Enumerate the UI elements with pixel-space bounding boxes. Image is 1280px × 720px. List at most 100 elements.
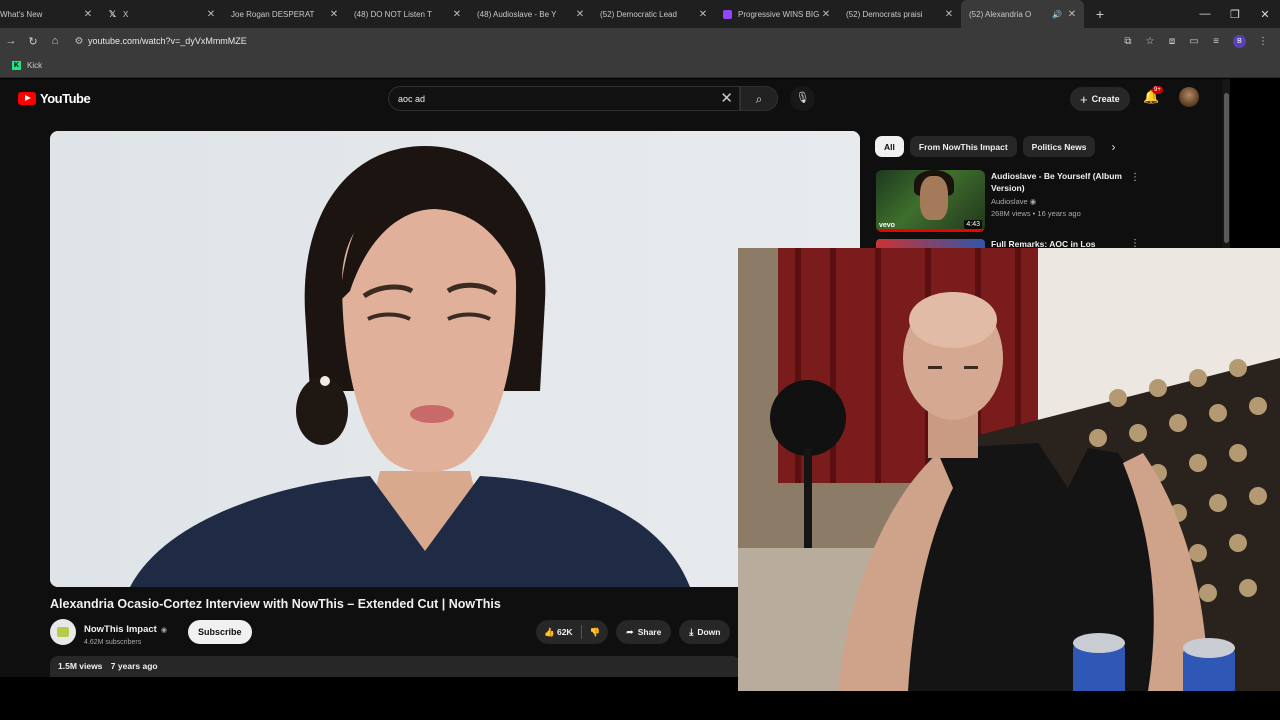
browser-tab[interactable]: Joe Rogan DESPERAT ✕: [223, 0, 346, 28]
like-count: 62K: [556, 626, 573, 637]
minimize-icon[interactable]: —: [1190, 8, 1220, 20]
browser-tab[interactable]: 𝕏 X ✕: [100, 0, 223, 28]
bookmarks-bar: K Kick: [0, 54, 1280, 78]
tab-title: (48) DO NOT Listen T: [354, 9, 432, 19]
like-button[interactable]: 👍 62K: [544, 627, 573, 638]
chip-politics-news[interactable]: Politics News: [1022, 136, 1096, 157]
watch-progress-bar: [876, 229, 985, 232]
x-logo-icon: 𝕏: [108, 8, 117, 19]
media-control-icon[interactable]: ≡: [1205, 36, 1227, 47]
recommended-video[interactable]: vevo 4:43 Audioslave - Be Yourself (Albu…: [876, 170, 1146, 234]
share-button[interactable]: ➦ Share: [616, 620, 672, 644]
browser-tab[interactable]: (48) DO NOT Listen T ✕: [346, 0, 469, 28]
browser-tab-active[interactable]: (52) Alexandria O 🔊 ✕: [961, 0, 1084, 28]
tab-title: What's New: [0, 9, 43, 19]
video-thumbnail[interactable]: vevo 4:43: [876, 170, 985, 232]
account-avatar[interactable]: [1179, 87, 1199, 107]
url-field[interactable]: ⚙ youtube.com/watch?v=_dyVxMmmMZE: [70, 30, 1117, 52]
split-view-icon[interactable]: ▭: [1183, 36, 1205, 47]
close-icon[interactable]: ✕: [697, 9, 709, 20]
chip-all[interactable]: All: [875, 136, 904, 157]
close-icon[interactable]: ✕: [205, 9, 217, 20]
channel-avatar[interactable]: [50, 619, 76, 645]
tab-title: Joe Rogan DESPERAT: [231, 9, 315, 19]
close-window-icon[interactable]: ✕: [1250, 8, 1280, 21]
kick-logo-icon: K: [12, 61, 21, 70]
search-button[interactable]: ⌕: [740, 86, 778, 111]
youtube-logo[interactable]: YouTube: [18, 91, 91, 106]
description-box[interactable]: 1.5M views 7 years ago: [50, 656, 740, 677]
related-filter-chips: All From NowThis Impact Politics News ›: [875, 136, 1125, 157]
speaker-icon[interactable]: 🔊: [1052, 10, 1062, 19]
site-info-icon[interactable]: ⚙: [70, 36, 88, 47]
thumbs-down-icon: 👎: [589, 626, 601, 637]
video-actions: 👍 62K 👎 ➦ Share ⤓ Down: [536, 620, 738, 644]
bookmark-star-icon[interactable]: ☆: [1139, 36, 1161, 47]
search-query: aoc ad: [398, 93, 426, 104]
chip-from-channel[interactable]: From NowThis Impact: [909, 136, 1017, 157]
create-label: Create: [1091, 94, 1120, 104]
open-in-app-icon[interactable]: ⧉: [1117, 36, 1139, 47]
browser-tab[interactable]: What's New ✕: [0, 0, 100, 28]
home-icon[interactable]: ⌂: [44, 35, 66, 47]
thumbnail-art: [920, 176, 948, 220]
browser-tab-strip: What's New ✕ 𝕏 X ✕ Joe Rogan DESPERAT ✕ …: [0, 0, 1280, 28]
channel-name[interactable]: NowThis Impact: [84, 624, 157, 635]
tab-title: (52) Democratic Lead: [600, 9, 677, 19]
voice-search-button[interactable]: 🎙: [790, 86, 815, 111]
close-icon[interactable]: ✕: [943, 9, 955, 20]
dislike-button[interactable]: 👎: [590, 627, 601, 638]
clear-search-icon[interactable]: ✕: [720, 89, 733, 107]
close-icon[interactable]: ✕: [574, 9, 586, 20]
back-icon[interactable]: →: [0, 35, 22, 47]
share-label: Share: [637, 627, 662, 637]
video-title[interactable]: Audioslave - Be Yourself (Album Version): [991, 170, 1136, 194]
verified-icon: ◉: [160, 626, 167, 634]
address-toolbar: → ↻ ⌂ ⚙ youtube.com/watch?v=_dyVxMmmMZE …: [0, 28, 1280, 54]
browser-tab[interactable]: (48) Audioslave - Be Y ✕: [469, 0, 592, 28]
video-title-heading: Alexandria Ocasio-Cortez Interview with …: [50, 597, 501, 611]
verified-icon: ◉: [1029, 197, 1037, 206]
extensions-icon[interactable]: ⧈: [1161, 36, 1183, 47]
window-controls: — ❐ ✕: [1190, 0, 1280, 28]
scrollbar-thumb[interactable]: [1224, 93, 1229, 243]
tab-title: (52) Democrats praisi: [846, 9, 923, 19]
notifications-button[interactable]: 🔔 9+: [1143, 86, 1163, 105]
browser-tab[interactable]: Progressive WINS BIG ✕: [715, 0, 838, 28]
search-input[interactable]: aoc ad ✕: [388, 86, 740, 111]
thumbs-up-icon: 👍: [544, 626, 555, 637]
browser-tab[interactable]: (52) Democratic Lead ✕: [592, 0, 715, 28]
new-tab-button[interactable]: +: [1090, 6, 1110, 22]
channel-name-text[interactable]: Audioslave: [991, 197, 1028, 206]
maximize-icon[interactable]: ❐: [1220, 8, 1250, 21]
close-icon[interactable]: ✕: [82, 9, 94, 20]
download-button[interactable]: ⤓ Down: [679, 620, 731, 644]
webcam-scene-illustration: [738, 248, 1280, 691]
close-icon[interactable]: ✕: [328, 9, 340, 20]
divider: [580, 625, 582, 639]
tab-title: X: [123, 9, 129, 19]
reload-icon[interactable]: ↻: [22, 35, 44, 48]
duration-badge: 4:43: [964, 220, 982, 229]
plus-icon: +: [1080, 91, 1088, 107]
chevron-right-icon[interactable]: ›: [1101, 140, 1125, 154]
webcam-overlay: [738, 248, 1280, 691]
bookmark-kick[interactable]: Kick: [27, 61, 42, 70]
youtube-play-icon: [18, 92, 36, 105]
profile-avatar[interactable]: B: [1233, 34, 1246, 48]
notification-badge: 9+: [1152, 86, 1163, 94]
browser-tab[interactable]: (52) Democrats praisi ✕: [838, 0, 961, 28]
create-button[interactable]: + Create: [1070, 87, 1130, 111]
like-dislike-group: 👍 62K 👎: [536, 620, 609, 644]
more-options-icon[interactable]: ⋮: [1130, 172, 1140, 183]
upload-age: 7 years ago: [110, 661, 158, 671]
close-icon[interactable]: ✕: [451, 9, 463, 20]
channel-info: NowThis Impact ◉ 4.62M subscribers: [84, 619, 167, 646]
tab-title: (48) Audioslave - Be Y: [477, 9, 557, 19]
video-stats: 268M views • 16 years ago: [991, 209, 1081, 218]
menu-icon[interactable]: ⋮: [1252, 36, 1274, 47]
close-icon[interactable]: ✕: [820, 9, 832, 20]
tab-title: (52) Alexandria O: [969, 9, 1032, 19]
close-icon[interactable]: ✕: [1066, 9, 1078, 20]
subscribe-button[interactable]: Subscribe: [188, 620, 252, 644]
